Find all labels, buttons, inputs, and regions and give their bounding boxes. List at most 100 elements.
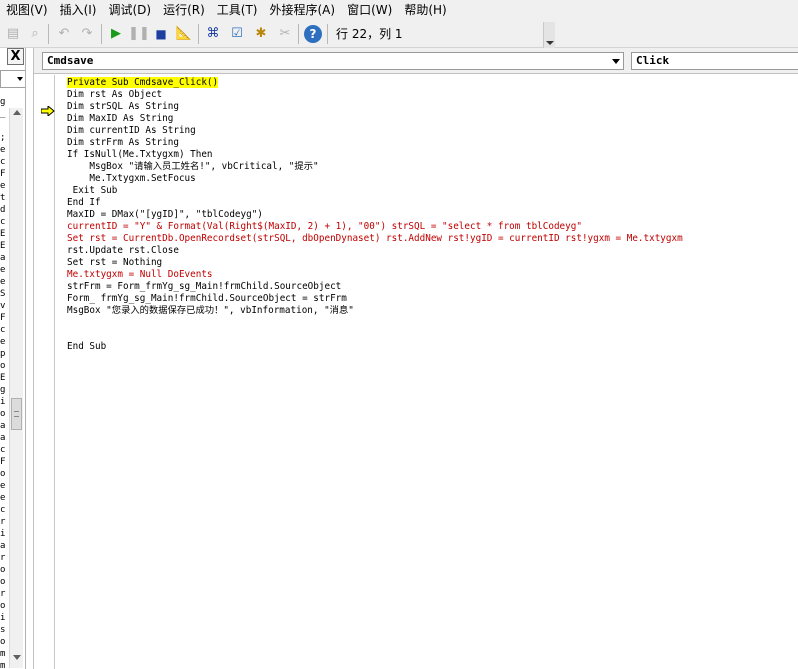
code-line[interactable]: Dim rst As Object <box>67 89 797 101</box>
project-tree-item[interactable]: c <box>0 156 9 168</box>
project-tree-item[interactable]: o <box>0 360 9 372</box>
project-tree-item[interactable]: c <box>0 504 9 516</box>
paste-icon[interactable]: ▤ <box>4 25 22 43</box>
project-tree-item[interactable]: o <box>0 636 9 648</box>
project-tree-item[interactable]: i <box>0 396 9 408</box>
project-tree-item[interactable]: S <box>0 288 9 300</box>
project-tree-item[interactable]: ; <box>0 132 9 144</box>
project-tree-item[interactable]: e <box>0 264 9 276</box>
project-tree-item[interactable]: a <box>0 420 9 432</box>
redo-icon[interactable]: ↷ <box>78 25 96 43</box>
menu-insert[interactable]: 插入(I) <box>54 0 103 20</box>
project-tree-item[interactable]: c <box>0 324 9 336</box>
properties-icon[interactable]: ☑ <box>228 25 246 43</box>
reset-icon[interactable]: ■ <box>152 25 170 43</box>
code-line[interactable]: Exit Sub <box>67 185 797 197</box>
code-line[interactable]: MaxID = DMax("[ygID]", "tblCodeyg") <box>67 209 797 221</box>
project-tree-item[interactable]: e <box>0 276 9 288</box>
project-tree-item[interactable]: a <box>0 540 9 552</box>
project-tree-item[interactable]: o <box>0 576 9 588</box>
scroll-up-icon[interactable] <box>13 110 21 115</box>
project-tree-item[interactable]: r <box>0 516 9 528</box>
code-line[interactable]: Me.Txtygxm.SetFocus <box>67 173 797 185</box>
code-line[interactable]: Dim strSQL As String <box>67 101 797 113</box>
project-explorer-icon[interactable]: ⌘ <box>204 25 222 43</box>
find-icon[interactable]: ⌕ <box>26 25 44 43</box>
project-tree-item[interactable]: E <box>0 372 9 384</box>
menu-window[interactable]: 窗口(W) <box>341 0 398 20</box>
code-line[interactable]: Me.txtygxm = Null DoEvents <box>67 269 797 281</box>
project-tree-item[interactable]: a <box>0 432 9 444</box>
project-tree-item[interactable]: a <box>0 252 9 264</box>
project-tree-scrollbar[interactable] <box>9 108 23 668</box>
code-editor[interactable]: Private Sub Cmdsave_Click() Dim rst As Ob… <box>67 77 797 353</box>
code-line[interactable]: Form_ frmYg_sg_Main!frmChild.SourceObjec… <box>67 293 797 305</box>
design-mode-icon[interactable]: 📐 <box>175 25 193 43</box>
code-line[interactable]: Set rst = Nothing <box>67 257 797 269</box>
run-icon[interactable]: ▶ <box>107 25 125 43</box>
code-line[interactable]: Dim currentID As String <box>67 125 797 137</box>
code-line[interactable]: End Sub <box>67 341 797 353</box>
project-tree-item[interactable]: c <box>0 216 9 228</box>
project-tree-item[interactable]: d <box>0 204 9 216</box>
project-tree-item[interactable]: F <box>0 312 9 324</box>
project-tree-item[interactable]: o <box>0 468 9 480</box>
project-tree-item[interactable]: v <box>0 300 9 312</box>
project-combo[interactable] <box>0 70 25 88</box>
scroll-thumb[interactable] <box>11 398 22 430</box>
project-tree-item[interactable]: r <box>0 588 9 600</box>
project-tree-item[interactable]: r <box>0 552 9 564</box>
project-tree-item[interactable]: m <box>0 660 9 669</box>
code-line[interactable]: Dim MaxID As String <box>67 113 797 125</box>
project-tree-item[interactable]: c <box>0 444 9 456</box>
project-tree-item[interactable]: F <box>0 168 9 180</box>
project-tree-item[interactable]: e <box>0 480 9 492</box>
pause-icon[interactable]: ❚❚ <box>128 25 150 43</box>
project-tree-item[interactable]: e <box>0 336 9 348</box>
code-margin-indicator-bar[interactable] <box>34 75 55 669</box>
procedure-combo[interactable]: Click <box>631 52 798 70</box>
project-tree-item[interactable]: F <box>0 456 9 468</box>
project-tree-item[interactable]: e <box>0 144 9 156</box>
project-tree-item[interactable]: o <box>0 564 9 576</box>
code-line[interactable]: End If <box>67 197 797 209</box>
code-line[interactable]: If IsNull(Me.Txtygxm) Then <box>67 149 797 161</box>
menu-tools[interactable]: 工具(T) <box>211 0 264 20</box>
menu-addins[interactable]: 外接程序(A) <box>264 0 342 20</box>
menu-help[interactable]: 帮助(H) <box>398 0 452 20</box>
code-line[interactable]: rst.Update rst.Close <box>67 245 797 257</box>
close-panel-button[interactable]: X <box>7 48 24 65</box>
code-line[interactable]: strFrm = Form_frmYg_sg_Main!frmChild.Sou… <box>67 281 797 293</box>
project-tree-item[interactable]: t <box>0 192 9 204</box>
code-line[interactable]: MsgBox "请输入员工姓名!", vbCritical, "提示" <box>67 161 797 173</box>
project-tree-item[interactable]: i <box>0 528 9 540</box>
project-tree-item[interactable]: g <box>0 96 9 108</box>
code-line[interactable]: currentID = "Y" & Format(Val(Right$(MaxI… <box>67 221 797 233</box>
project-tree-item[interactable]: i <box>0 612 9 624</box>
project-tree-item[interactable]: g <box>0 384 9 396</box>
menu-debug[interactable]: 调试(D) <box>102 0 157 20</box>
undo-icon[interactable]: ↶ <box>55 25 73 43</box>
project-tree-item[interactable]: E <box>0 228 9 240</box>
scroll-down-icon[interactable] <box>13 655 21 660</box>
project-tree-item[interactable]: e <box>0 492 9 504</box>
project-tree-item[interactable]: m <box>0 648 9 660</box>
code-line[interactable]: Dim strFrm As String <box>67 137 797 149</box>
code-line[interactable]: Set rst = CurrentDb.OpenRecordset(strSQL… <box>67 233 797 245</box>
project-tree-item[interactable]: o <box>0 408 9 420</box>
menu-run[interactable]: 运行(R) <box>157 0 211 20</box>
code-line[interactable]: Private Sub Cmdsave_Click() <box>67 77 797 89</box>
code-line[interactable]: MsgBox "您录入的数据保存已成功！", vbInformation, "消… <box>67 305 797 317</box>
project-tree-item[interactable]: _ <box>0 108 9 120</box>
help-icon[interactable]: ? <box>304 25 322 43</box>
code-line[interactable] <box>67 317 797 329</box>
project-tree-item[interactable]: s <box>0 624 9 636</box>
object-browser-icon[interactable]: ✱ <box>252 25 270 43</box>
menu-view[interactable]: 视图(V) <box>0 0 54 20</box>
toolbar-overflow-button[interactable] <box>543 22 555 48</box>
project-tree-item[interactable]: E <box>0 240 9 252</box>
object-combo[interactable]: Cmdsave <box>42 52 624 70</box>
project-tree-item[interactable]: e <box>0 180 9 192</box>
project-tree-item[interactable]: p <box>0 348 9 360</box>
toolbox-icon[interactable]: ✂ <box>276 25 294 43</box>
